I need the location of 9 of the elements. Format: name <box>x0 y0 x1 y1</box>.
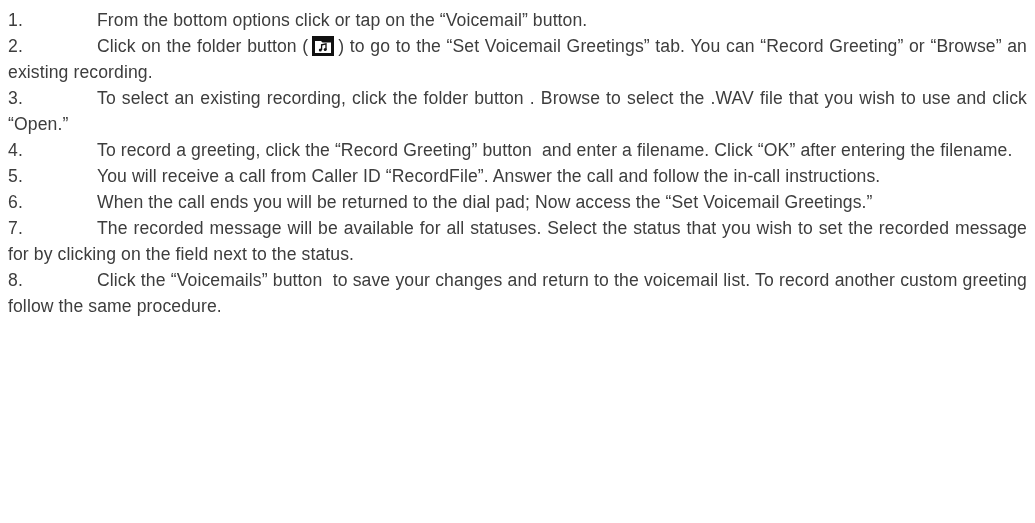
step-text: 6. When the call ends you will be returned to the dial pad; Now access the “Set Voicemail Greetings.” <box>8 191 874 214</box>
step-text: 7. The recorded message will be available for all statuses. Select the status that you wish to set the recorded message for by clicking on the field next to the status. <box>8 217 1027 266</box>
step-text: 3. To select an existing recording, click the folder button . Browse to select the .WAV file that you wish to use and click “Open.” <box>8 87 1027 136</box>
step-text: 4. To record a greeting, click the “Record Greeting” button and enter a filename. Click “OK” after entering the filename. <box>8 139 1014 162</box>
step-text: 1. From the bottom options click or tap on the “Voicemail” button. <box>8 9 589 32</box>
step-text: 5. You will receive a call from Caller ID “RecordFile”. Answer the call and follow the in-call instructions. <box>8 165 882 188</box>
step-text: 8. Click the “Voicemails” button to save your changes and return to the voicemail list. To record another custom greeting follow the same procedure. <box>8 269 1027 318</box>
music-folder-icon <box>312 36 335 56</box>
step-text: 2. Click on the folder button ( ) to go to the “Set Voicemail Greetings” tab. You can “Record Greeting” or “Browse” an existing recording. <box>8 35 1027 84</box>
